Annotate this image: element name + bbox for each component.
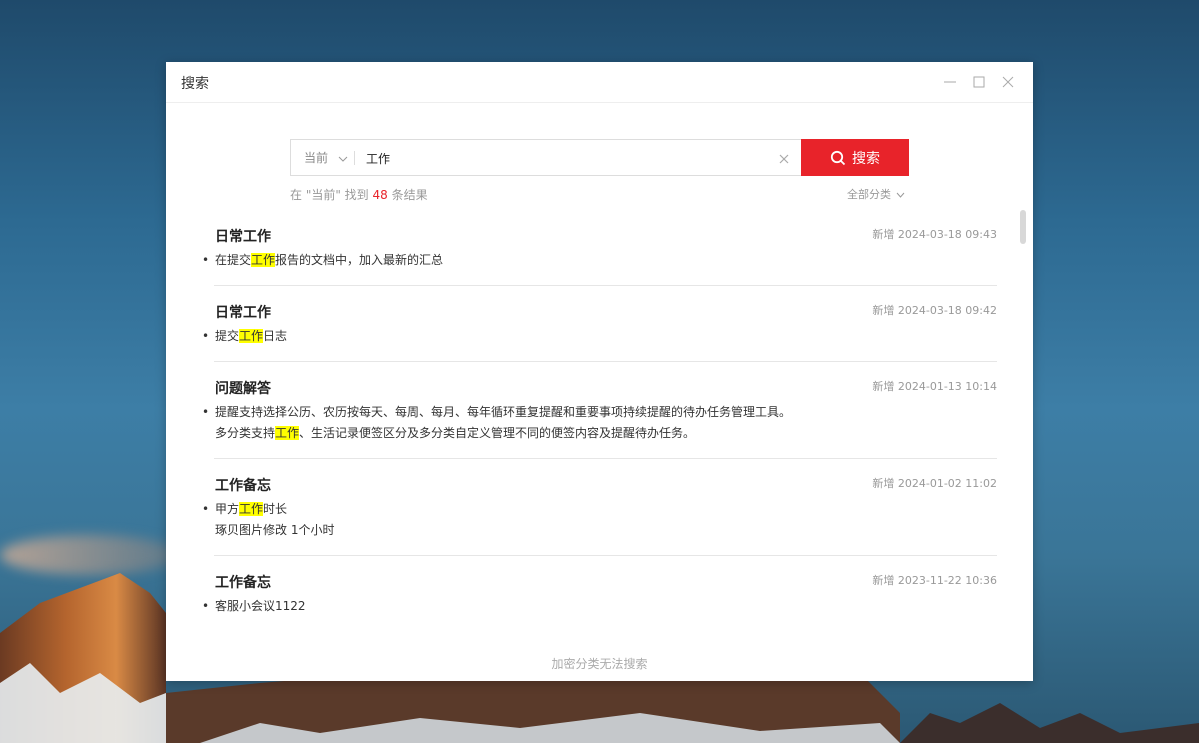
result-time: 新增 2023-11-22 10:36 [872, 574, 997, 587]
result-item[interactable]: 问题解答 新增 2024-01-13 10:14 • 提醒支持选择公历、农历按每… [202, 362, 997, 459]
result-item[interactable]: 工作备忘 新增 2023-11-22 10:36 • 客服小会议1122 [202, 556, 997, 636]
snippet-text: 时长 [263, 502, 288, 516]
keyword-highlight: 工作 [239, 502, 264, 516]
result-title: 工作备忘 [215, 575, 271, 591]
maximize-button[interactable] [969, 72, 989, 92]
result-title: 问题解答 [215, 381, 271, 397]
result-time: 新增 2024-03-18 09:43 [872, 228, 997, 241]
minimize-button[interactable] [940, 72, 960, 92]
result-snippet: • 提醒支持选择公历、农历按每天、每周、每月、每年循环重复提醒和重要事项持续提醒… [202, 402, 792, 444]
chevron-down-icon [338, 151, 348, 165]
window-title: 搜索 [181, 76, 209, 92]
search-button[interactable]: 搜索 [801, 139, 909, 176]
maximize-icon [973, 76, 985, 88]
snippet-text: 琢贝图片修改 1个小时 [215, 523, 335, 537]
snippet-text: 提交 [215, 329, 240, 343]
result-snippet: • 在提交工作报告的文档中，加入最新的汇总 [202, 250, 444, 271]
result-snippet: • 甲方工作时长 琢贝图片修改 1个小时 [202, 499, 335, 541]
summary-suffix: 条结果 [387, 188, 428, 202]
snippet-text: 、生活记录便签区分及多分类自定义管理不同的便签内容及提醒待办任务。 [299, 426, 696, 440]
search-icon [830, 150, 846, 165]
keyword-highlight: 工作 [239, 329, 264, 343]
result-title: 日常工作 [215, 305, 271, 321]
result-snippet: • 客服小会议1122 [202, 596, 306, 617]
minimize-icon [944, 81, 956, 83]
snippet-text: 甲方 [215, 502, 240, 516]
snippet-text: 提醒支持选择公历、农历按每天、每周、每月、每年循环重复提醒和重要事项持续提醒的待… [215, 405, 792, 419]
bullet: • [202, 405, 210, 419]
snippet-text: 客服小会议1122 [215, 599, 306, 613]
bullet: • [202, 599, 210, 613]
result-item[interactable]: 工作备忘 新增 2024-01-02 11:02 • 甲方工作时长 琢贝图片修改… [202, 459, 997, 556]
scope-dropdown[interactable]: 当前 [304, 140, 348, 175]
search-input[interactable] [364, 144, 768, 173]
snippet-text: 在提交 [215, 253, 252, 267]
close-button[interactable] [998, 72, 1018, 92]
keyword-highlight: 工作 [275, 426, 300, 440]
result-time: 新增 2024-01-13 10:14 [872, 380, 997, 393]
title-bar: 搜索 [166, 62, 1033, 103]
search-button-label: 搜索 [852, 150, 880, 167]
close-icon [1002, 76, 1014, 88]
bullet: • [202, 502, 210, 516]
keyword-highlight: 工作 [251, 253, 276, 267]
result-snippet: • 提交工作日志 [202, 326, 288, 347]
result-list: 日常工作 新增 2024-03-18 09:43 • 在提交工作报告的文档中，加… [166, 210, 1033, 640]
desktop-background: 搜索 当前 工作 搜索 在 "当前" 找到 48 条结果 全部分类 日常工作 新… [0, 0, 1199, 743]
result-title: 日常工作 [215, 229, 271, 245]
bullet: • [202, 253, 210, 267]
scope-divider [354, 151, 355, 165]
summary-prefix: 在 "当前" 找到 [290, 188, 373, 202]
snippet-text: 日志 [263, 329, 288, 343]
scope-label: 当前 [304, 151, 329, 165]
search-bar: 当前 搜索 [290, 139, 909, 176]
result-title: 工作备忘 [215, 478, 271, 494]
snippet-text: 多分类支持 [215, 426, 276, 440]
search-box: 当前 [290, 139, 801, 176]
clear-search-button[interactable] [777, 151, 791, 165]
search-window: 搜索 当前 工作 搜索 在 "当前" 找到 48 条结果 全部分类 日常工作 新… [166, 62, 1033, 681]
result-count: 48 [372, 188, 388, 202]
bullet: • [202, 329, 210, 343]
category-filter-dropdown[interactable]: 全部分类 [847, 186, 905, 202]
result-summary: 在 "当前" 找到 48 条结果 [290, 186, 428, 203]
result-item[interactable]: 日常工作 新增 2024-03-18 09:42 • 提交工作日志 [202, 286, 997, 362]
encryption-note: 加密分类无法搜索 [551, 657, 648, 671]
result-time: 新增 2024-01-02 11:02 [872, 477, 997, 490]
result-time: 新增 2024-03-18 09:42 [872, 304, 997, 317]
chevron-down-icon [896, 188, 905, 201]
category-filter-label: 全部分类 [847, 188, 891, 201]
scrollbar-thumb[interactable] [1020, 210, 1026, 244]
result-item[interactable]: 日常工作 新增 2024-03-18 09:43 • 在提交工作报告的文档中，加… [202, 210, 997, 286]
snippet-text: 报告的文档中，加入最新的汇总 [275, 253, 444, 267]
clear-icon [779, 154, 789, 164]
